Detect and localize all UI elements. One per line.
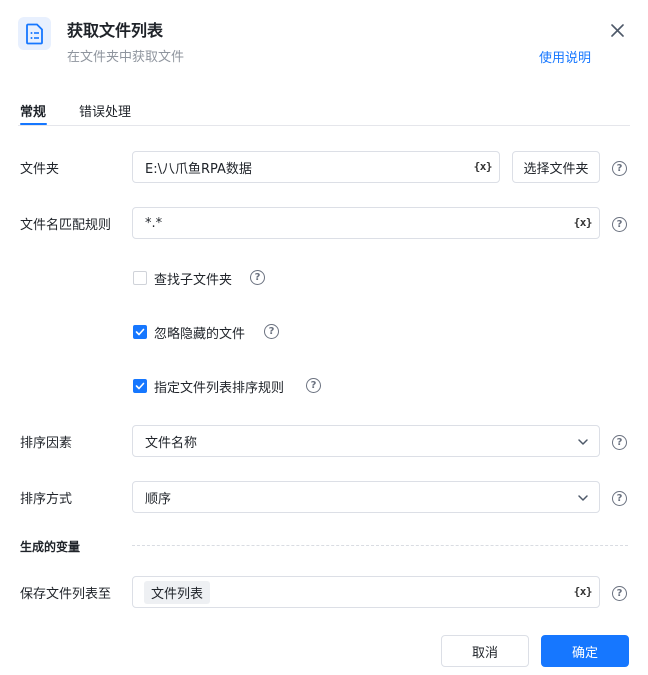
tab-bar: 常规 错误处理: [18, 99, 630, 126]
tab-general[interactable]: 常规: [20, 101, 46, 120]
variable-tag: 文件列表: [144, 580, 211, 604]
close-icon[interactable]: [606, 19, 628, 41]
variable-icon[interactable]: {x}: [474, 160, 493, 173]
chevron-down-icon: [578, 439, 588, 445]
ignore-hidden-checkbox[interactable]: [133, 325, 147, 339]
pattern-label: 文件名匹配规则: [20, 218, 112, 233]
help-icon[interactable]: ?: [612, 217, 627, 232]
sort-order-label: 排序方式: [20, 492, 73, 507]
help-icon[interactable]: ?: [612, 435, 627, 450]
help-icon[interactable]: ?: [612, 491, 627, 506]
include-subfolders-label[interactable]: 查找子文件夹: [154, 269, 232, 288]
folder-label: 文件夹: [20, 162, 60, 177]
help-icon[interactable]: ?: [264, 324, 279, 339]
active-tab-indicator: [20, 123, 47, 125]
output-section-title: 生成的变量: [20, 540, 81, 554]
custom-sort-checkbox[interactable]: [133, 379, 147, 393]
sort-order-select[interactable]: 顺序: [132, 481, 600, 513]
variable-icon[interactable]: {x}: [574, 585, 593, 598]
variable-icon[interactable]: {x}: [574, 216, 593, 229]
folder-input-value: E:\八爪鱼RPA数据: [145, 161, 252, 177]
section-divider: [132, 545, 628, 546]
folder-input[interactable]: E:\八爪鱼RPA数据 {x}: [132, 151, 500, 183]
help-icon[interactable]: ?: [250, 270, 265, 285]
dialog-title: 获取文件列表: [67, 21, 164, 40]
custom-sort-label[interactable]: 指定文件列表排序规则: [154, 377, 284, 396]
pattern-input-value: *.*: [145, 215, 163, 231]
pattern-input[interactable]: *.* {x}: [132, 207, 600, 239]
tab-error-handling[interactable]: 错误处理: [79, 101, 131, 120]
sort-by-label: 排序因素: [20, 436, 73, 451]
cancel-button[interactable]: 取消: [441, 635, 529, 667]
sort-order-value: 顺序: [145, 491, 172, 507]
help-link[interactable]: 使用说明: [539, 47, 591, 66]
sort-by-select[interactable]: 文件名称: [132, 425, 600, 457]
ignore-hidden-label[interactable]: 忽略隐藏的文件: [154, 323, 245, 342]
chevron-down-icon: [578, 495, 588, 501]
help-icon[interactable]: ?: [306, 378, 321, 393]
get-file-list-dialog: 获取文件列表 在文件夹中获取文件 使用说明 常规 错误处理 文件夹 E:\八爪鱼…: [0, 0, 648, 675]
help-icon[interactable]: ?: [612, 161, 627, 176]
ok-button[interactable]: 确定: [541, 635, 629, 667]
save-list-label: 保存文件列表至: [20, 587, 112, 602]
dialog-subtitle: 在文件夹中获取文件: [67, 50, 185, 65]
output-variable-input[interactable]: 文件列表 {x}: [132, 576, 600, 608]
help-icon[interactable]: ?: [612, 586, 627, 601]
sort-by-value: 文件名称: [145, 435, 198, 451]
choose-folder-button[interactable]: 选择文件夹: [512, 151, 600, 183]
file-list-icon: [18, 17, 51, 50]
include-subfolders-checkbox[interactable]: [133, 271, 147, 285]
